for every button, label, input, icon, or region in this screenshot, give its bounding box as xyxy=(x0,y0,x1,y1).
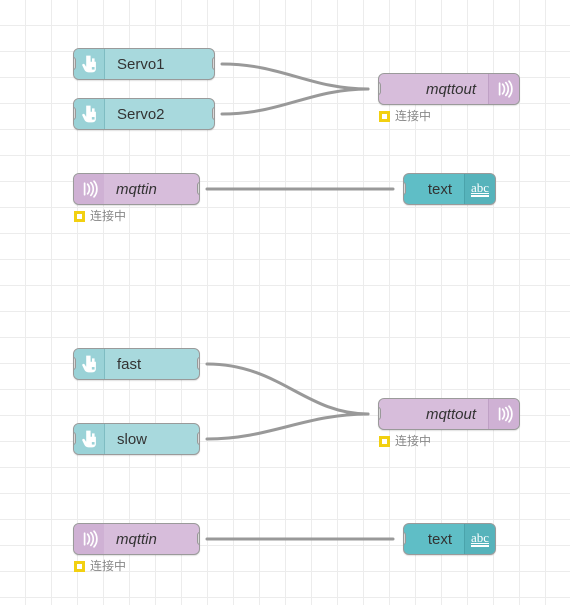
hand-pointer-icon xyxy=(74,49,105,79)
hand-pointer-icon xyxy=(74,349,105,379)
mqttout-top-status-text: 连接中 xyxy=(395,109,432,123)
status-indicator-icon xyxy=(74,210,85,222)
node-mqttin-top-label: mqttin xyxy=(116,180,157,198)
fast-output-port[interactable] xyxy=(197,357,199,370)
hand-pointer-icon xyxy=(74,99,105,129)
broadcast-icon xyxy=(74,524,104,554)
mqttin-bottom-status-text: 连接中 xyxy=(90,559,127,573)
abc-icon-text: abc xyxy=(470,530,490,547)
servo2-input-port[interactable] xyxy=(74,107,76,120)
node-mqttout-top[interactable]: mqttout xyxy=(378,73,520,105)
servo2-output-port[interactable] xyxy=(212,107,214,120)
wire-fast-to-mqttout xyxy=(205,362,370,416)
node-slow-label: slow xyxy=(117,430,148,448)
servo1-input-port[interactable] xyxy=(74,57,76,70)
node-mqttout-top-label: mqttout xyxy=(425,80,476,98)
wire-servo2-to-mqttout xyxy=(220,87,370,116)
mqttin-bottom-status: 连接中 xyxy=(74,560,126,572)
mqttout-top-input-port[interactable] xyxy=(379,82,381,95)
slow-input-port[interactable] xyxy=(74,432,76,445)
mqttin-top-output-port[interactable] xyxy=(197,182,199,195)
mqttin-bottom-output-port[interactable] xyxy=(197,532,199,545)
broadcast-icon xyxy=(74,174,104,204)
mqttin-top-status-text: 连接中 xyxy=(90,209,127,223)
node-text-bottom[interactable]: text abc xyxy=(403,523,496,555)
status-indicator-icon xyxy=(379,435,390,447)
node-servo2[interactable]: Servo2 xyxy=(73,98,215,130)
status-indicator-icon xyxy=(379,110,390,122)
slow-output-port[interactable] xyxy=(197,432,199,445)
wire-servo1-to-mqttout xyxy=(220,62,370,91)
node-mqttin-bottom-label: mqttin xyxy=(116,530,157,548)
mqttout-bottom-status-text: 连接中 xyxy=(395,434,432,448)
broadcast-icon xyxy=(488,74,519,104)
mqttout-bottom-status: 连接中 xyxy=(379,435,431,447)
node-mqttin-bottom[interactable]: mqttin xyxy=(73,523,200,555)
node-mqttin-top[interactable]: mqttin xyxy=(73,173,200,205)
mqttout-top-status: 连接中 xyxy=(379,110,431,122)
abc-icon: abc xyxy=(464,174,495,204)
text-top-input-port[interactable] xyxy=(404,182,406,195)
hand-pointer-icon xyxy=(74,424,105,454)
node-servo2-label: Servo2 xyxy=(117,105,165,123)
status-indicator-icon xyxy=(74,560,85,572)
node-mqttout-bottom[interactable]: mqttout xyxy=(378,398,520,430)
node-fast[interactable]: fast xyxy=(73,348,200,380)
fast-input-port[interactable] xyxy=(74,357,76,370)
node-text-top-label: text xyxy=(427,180,452,198)
abc-icon-text: abc xyxy=(470,180,490,197)
wire-slow-to-mqttout xyxy=(205,412,370,441)
mqttin-top-status: 连接中 xyxy=(74,210,126,222)
node-servo1[interactable]: Servo1 xyxy=(73,48,215,80)
flow-canvas[interactable]: Servo1 Servo2 mqttout 连接中 mqttin 连接中 tex… xyxy=(0,0,570,605)
text-bottom-input-port[interactable] xyxy=(404,532,406,545)
node-text-top[interactable]: text abc xyxy=(403,173,496,205)
node-slow[interactable]: slow xyxy=(73,423,200,455)
mqttout-bottom-input-port[interactable] xyxy=(379,407,381,420)
node-mqttout-bottom-label: mqttout xyxy=(425,405,476,423)
node-servo1-label: Servo1 xyxy=(117,55,165,73)
servo1-output-port[interactable] xyxy=(212,57,214,70)
abc-icon: abc xyxy=(464,524,495,554)
node-text-bottom-label: text xyxy=(427,530,452,548)
node-fast-label: fast xyxy=(117,355,142,373)
broadcast-icon xyxy=(488,399,519,429)
